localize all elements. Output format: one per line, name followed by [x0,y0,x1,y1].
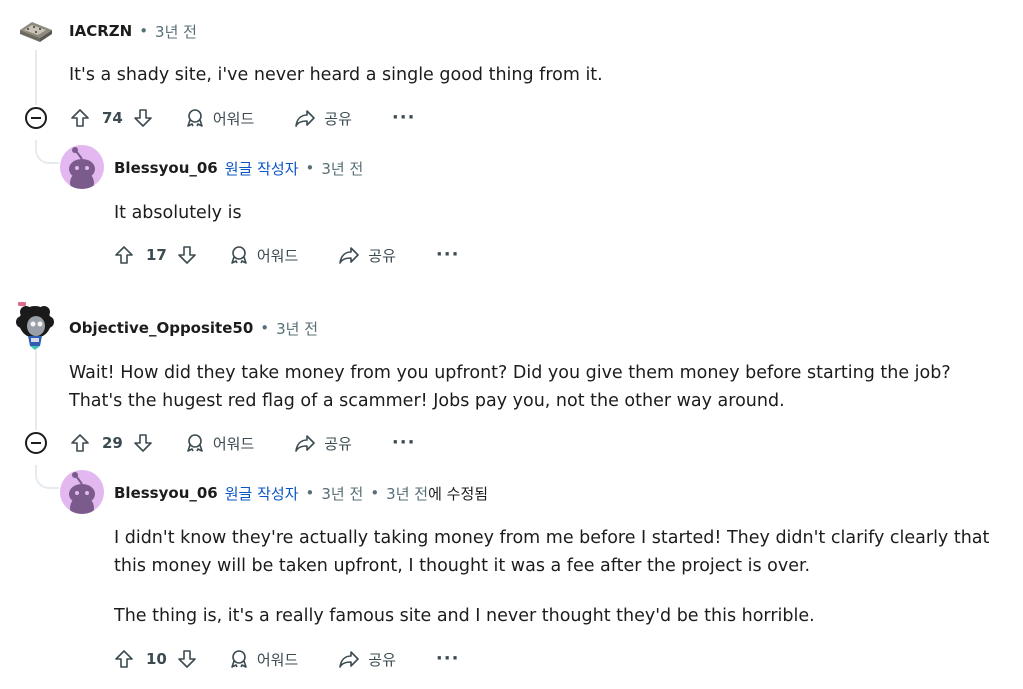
upvote-icon[interactable] [68,431,92,455]
avatar-image [69,147,95,189]
edited-label: 에 수정됨 [428,484,489,503]
share-label: 공유 [368,246,396,265]
award-label: 어워드 [256,650,299,669]
award-label: 어워드 [212,434,255,453]
thread-elbow [35,465,59,489]
share-button[interactable]: 공유 [338,245,396,266]
award-button[interactable]: 어워드 [229,649,298,670]
vote-score: 10 [146,650,167,668]
downvote-icon[interactable] [175,647,199,671]
share-label: 공유 [324,109,352,128]
comment-header: Objective_Opposite50 • 3년 전 [69,316,318,340]
avatar-image [69,472,95,514]
comment-line: That's the hugest red flag of a scammer!… [69,391,785,411]
separator-dot: • [305,159,315,177]
comment-body: Wait! How did they take money from you u… [69,359,951,415]
share-icon [339,651,360,668]
comment-actions: 74 어워드 공유 ··· [68,103,415,133]
username[interactable]: Blessyou_06 [114,159,218,177]
thread-line [35,350,37,430]
comment-header: IACRZN • 3년 전 [69,19,197,43]
username[interactable]: Objective_Opposite50 [69,319,253,337]
avatar-image [16,302,54,350]
edited-timestamp: 3년 전 [386,484,429,503]
vote-score: 74 [102,109,123,127]
username[interactable]: Blessyou_06 [114,484,218,502]
avatar-image [20,22,52,42]
comment-line: this money will be taken upfront, I thou… [114,556,811,576]
share-button[interactable]: 공유 [294,433,352,454]
award-button[interactable]: 어워드 [185,108,254,129]
more-options-icon[interactable]: ··· [392,434,416,452]
collapse-thread-button[interactable] [25,107,47,129]
share-label: 공유 [324,434,352,453]
share-label: 공유 [368,650,396,669]
comment-actions: 10 어워드 공유 ··· [112,644,459,674]
downvote-icon[interactable] [131,106,155,130]
award-button[interactable]: 어워드 [185,433,254,454]
award-icon [231,650,247,668]
award-button[interactable]: 어워드 [229,245,298,266]
separator-dot: • [370,484,380,502]
username[interactable]: IACRZN [69,22,132,40]
comment-line: I didn't know they're actually taking mo… [114,528,990,548]
vote-score: 29 [102,434,123,452]
separator-dot: • [139,22,149,40]
share-button[interactable]: 공유 [294,108,352,129]
downvote-icon[interactable] [131,431,155,455]
share-icon [295,435,316,452]
comment-body: It absolutely is [114,199,242,227]
collapse-thread-button[interactable] [25,432,47,454]
avatar[interactable] [14,302,56,350]
award-icon [231,246,247,264]
avatar[interactable] [18,18,54,46]
comment-actions: 17 어워드 공유 ··· [112,240,459,270]
award-icon [187,434,203,452]
timestamp[interactable]: 3년 전 [155,21,197,42]
share-icon [295,110,316,127]
thread-line [35,50,37,105]
thread-elbow [35,140,59,164]
timestamp[interactable]: 3년 전 [321,483,363,504]
more-options-icon[interactable]: ··· [392,109,416,127]
comment-body: It's a shady site, i've never heard a si… [69,61,603,89]
award-icon [187,109,203,127]
op-badge: 원글 작성자 [224,159,299,178]
upvote-icon[interactable] [68,106,92,130]
op-badge: 원글 작성자 [224,484,299,503]
timestamp[interactable]: 3년 전 [276,318,318,339]
comment-line: Wait! How did they take money from you u… [69,363,951,383]
share-icon [339,247,360,264]
separator-dot: • [260,319,270,337]
award-label: 어워드 [212,109,255,128]
comment-header: Blessyou_06 원글 작성자 • 3년 전 [114,156,363,180]
comment-header: Blessyou_06 원글 작성자 • 3년 전 • 3년 전에 수정됨 [114,481,488,505]
award-label: 어워드 [256,246,299,265]
timestamp[interactable]: 3년 전 [321,158,363,179]
avatar[interactable] [60,145,104,189]
separator-dot: • [305,484,315,502]
more-options-icon[interactable]: ··· [436,246,460,264]
share-button[interactable]: 공유 [338,649,396,670]
downvote-icon[interactable] [175,243,199,267]
upvote-icon[interactable] [112,243,136,267]
comment-body: I didn't know they're actually taking mo… [114,524,989,630]
vote-score: 17 [146,246,167,264]
comment-line: The thing is, it's a really famous site … [114,606,815,626]
comment-thread: IACRZN • 3년 전 It's a shady site, i've ne… [0,0,1023,689]
upvote-icon[interactable] [112,647,136,671]
comment-line: It absolutely is [114,203,242,223]
comment-line: It's a shady site, i've never heard a si… [69,65,603,85]
more-options-icon[interactable]: ··· [436,650,460,668]
comment-actions: 29 어워드 공유 ··· [68,428,415,458]
avatar[interactable] [60,470,104,514]
